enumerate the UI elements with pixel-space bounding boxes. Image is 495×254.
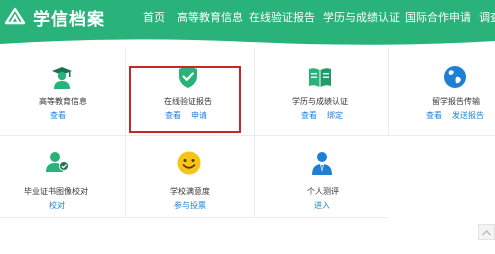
vote-link[interactable]: 参与投票 <box>174 200 206 211</box>
bind-link[interactable]: 绑定 <box>327 110 343 121</box>
photo-check-icon <box>45 149 71 175</box>
nav-item-international-cooperation-application[interactable]: 国际合作申请 <box>405 0 471 35</box>
nav-item-degree-transcript-certification[interactable]: 学历与成绩认证 <box>323 0 400 35</box>
tile-title: 毕业证书图像校对 <box>24 187 88 196</box>
tile-title: 学历与成绩认证 <box>292 97 348 106</box>
tile-links: 查看 发送报告 <box>426 110 484 121</box>
enter-link[interactable]: 进入 <box>314 200 330 211</box>
chevron-up-icon <box>481 229 492 236</box>
tile-title: 留学报告传输 <box>432 97 480 106</box>
person-assessment-icon <box>309 150 335 176</box>
top-navigation-bar: 学信档案 首页 高等教育信息 在线验证报告 学历与成绩认证 国际合作申请 调查 <box>0 0 495 35</box>
header-wave-decoration <box>0 35 495 45</box>
nav-item-survey[interactable]: 调查 <box>479 0 495 35</box>
view-link[interactable]: 查看 <box>426 110 442 121</box>
scroll-to-top-button[interactable] <box>478 224 495 240</box>
highlight-box <box>129 66 241 133</box>
tile-title: 高等教育信息 <box>39 97 87 106</box>
tile-links: 查看 绑定 <box>301 110 343 121</box>
nav-item-home[interactable]: 首页 <box>143 0 165 35</box>
smiley-icon <box>176 150 202 176</box>
graduate-icon <box>49 64 75 90</box>
send-report-link[interactable]: 发送报告 <box>452 110 484 121</box>
view-link[interactable]: 查看 <box>301 110 317 121</box>
tile-links: 校对 <box>49 200 65 211</box>
tile-title: 个人测评 <box>307 187 339 196</box>
tile-links: 查看 <box>50 110 66 121</box>
nav-item-higher-education-info[interactable]: 高等教育信息 <box>177 0 243 35</box>
main-nav: 首页 高等教育信息 在线验证报告 学历与成绩认证 国际合作申请 调查 <box>0 0 495 35</box>
tile-links: 进入 <box>314 200 330 211</box>
certificate-book-icon <box>307 64 333 90</box>
view-link[interactable]: 查看 <box>50 110 66 121</box>
tile-links: 参与投票 <box>174 200 206 211</box>
nav-item-online-verification-report[interactable]: 在线验证报告 <box>249 0 315 35</box>
tile-title: 学校满意度 <box>170 187 210 196</box>
globe-icon <box>442 64 468 90</box>
verify-link[interactable]: 校对 <box>49 200 65 211</box>
